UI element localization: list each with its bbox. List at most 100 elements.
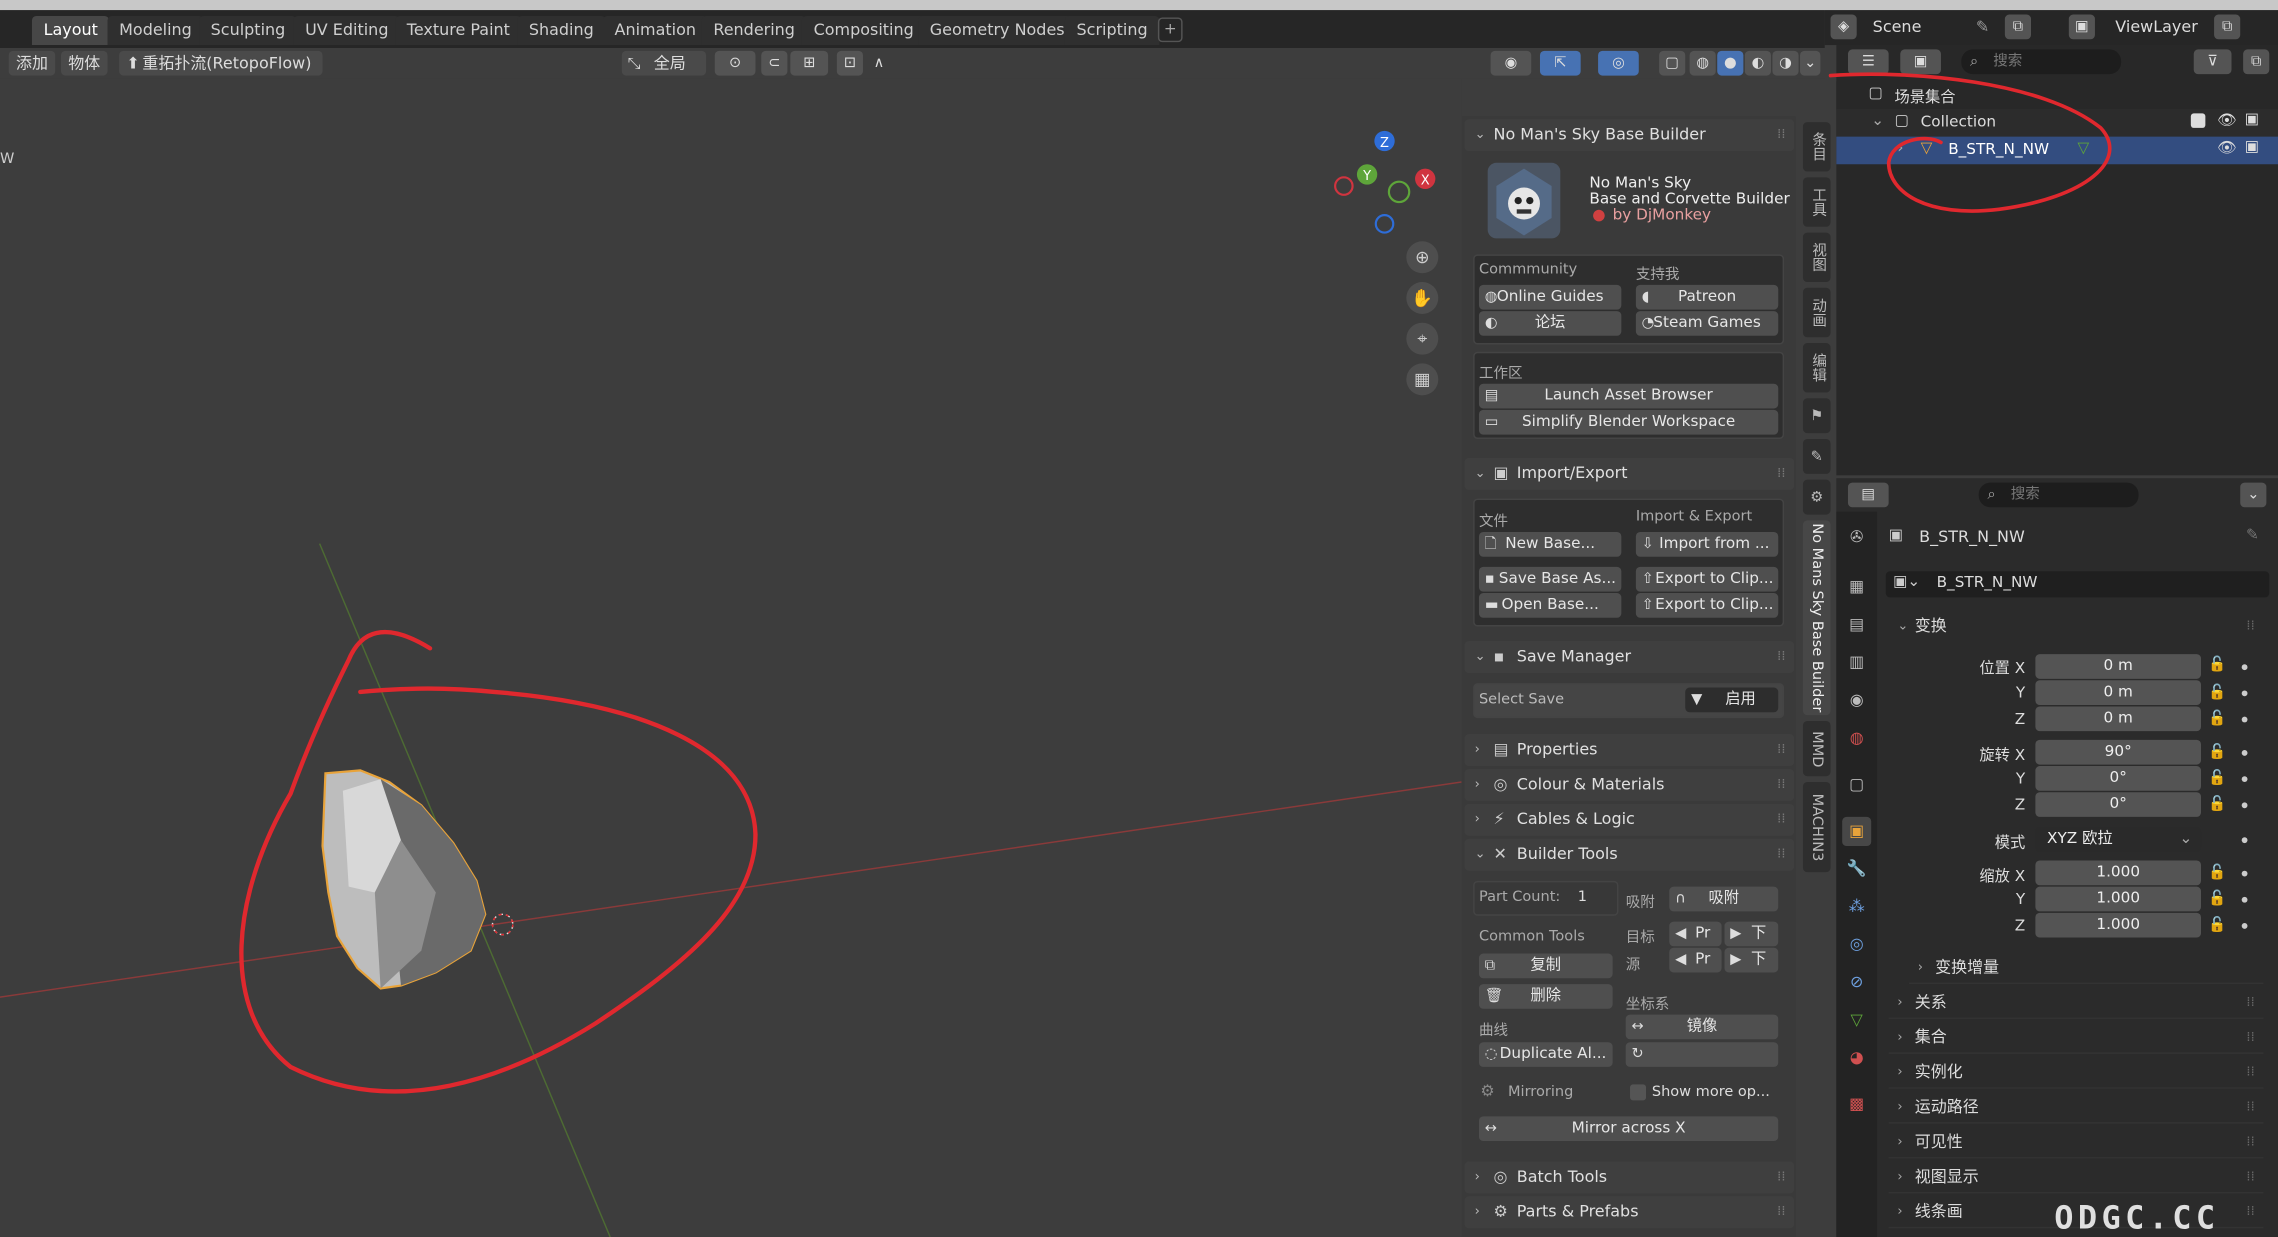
pivot-icon[interactable]: ⊙ [714,50,756,76]
snap-button[interactable]: ∩ 吸附 [1669,886,1779,912]
copy-button[interactable]: ⧉ 复制 [1478,953,1613,979]
drag-handle-icon[interactable]: ⁞⁞ [2246,1092,2254,1124]
tab-brush-icon[interactable]: ✎ [1802,438,1831,474]
constraints-tab-icon[interactable]: ⊘ [1842,968,1871,997]
add-workspace-button[interactable]: + [1157,17,1183,43]
scale-x-field[interactable]: 1.000 [2035,860,2202,886]
builder-tools-header[interactable]: ⌄ ✕ Builder Tools ⁞⁞ [1464,838,1795,871]
tab-edit[interactable]: 编辑 [1802,343,1831,393]
render-tab-icon[interactable]: ▦ [1842,573,1871,602]
collection-tab-icon[interactable]: ▢ [1842,770,1871,799]
relations-section-header[interactable]: › 关系 ⁞⁞ [1888,987,2264,1019]
launch-asset-browser-button[interactable]: ▤ Launch Asset Browser [1478,383,1779,409]
target-prev-button[interactable]: ◀ Pr [1669,921,1722,947]
viewlayer-icon[interactable]: ▣ [2068,14,2095,40]
drag-handle-icon[interactable]: ⁞⁞ [1777,1196,1785,1228]
tab-mmd[interactable]: MMD [1802,720,1831,777]
target-next-button[interactable]: ▶ 下 [1724,921,1779,947]
world-tab-icon[interactable]: ◍ [1842,724,1871,753]
keyframe-dot-icon[interactable] [2241,776,2248,783]
export-clip1-button[interactable]: ⇧ Export to Clip... [1635,566,1779,592]
scale-y-field[interactable]: 1.000 [2035,886,2202,912]
keyframe-dot-icon[interactable] [2241,896,2248,903]
import-from-button[interactable]: ⇩ Import from ... [1635,532,1779,557]
parts-prefabs-header[interactable]: › ⚙ Parts & Prefabs ⁞⁞ [1464,1196,1795,1229]
keyframe-dot-icon[interactable] [2241,923,2248,929]
object-dropdown-icon[interactable]: ▣⌄ [1893,573,1920,590]
open-base-button[interactable]: ▬ Open Base... [1478,593,1622,618]
drag-handle-icon[interactable]: ⁞⁞ [2246,1022,2254,1054]
xray-icon[interactable]: ▢ [1659,50,1686,76]
scene-tab-icon[interactable]: ◉ [1842,686,1871,715]
falloff-icon[interactable]: ∧ [866,51,892,76]
logo-line3[interactable]: ● by DjMonkey [1589,207,1789,224]
source-next-button[interactable]: ▶ 下 [1724,947,1779,973]
rotation-mode-select[interactable]: XYZ 欧拉 ⌄ [2035,827,2202,852]
drag-handle-icon[interactable]: ⁞⁞ [1777,119,1785,151]
save-manager-header[interactable]: ⌄ ▪ Save Manager ⁞⁞ [1464,641,1795,674]
cables-logic-header[interactable]: › ⚡ Cables & Logic ⁞⁞ [1464,803,1795,836]
tab-scripting[interactable]: Scripting [1064,15,1160,46]
scene-name[interactable]: Scene [1873,17,1922,36]
keyframe-dot-icon[interactable] [2241,802,2248,809]
rendered-shading-icon[interactable]: ◑ [1772,50,1799,76]
tab-machin3[interactable]: MACHIN3 [1802,782,1831,873]
tab-rendering[interactable]: Rendering [701,15,807,46]
texture-tab-icon[interactable]: ▩ [1842,1090,1871,1119]
tab-compositing[interactable]: Compositing [801,15,926,46]
delete-button[interactable]: 🗑 删除 [1478,984,1613,1009]
tab-geometry-nodes[interactable]: Geometry Nodes [918,15,1077,46]
output-tab-icon[interactable]: ▤ [1842,611,1871,640]
tool-tab-icon[interactable]: ✇ [1842,523,1871,552]
physics-tab-icon[interactable]: ◎ [1842,930,1871,959]
drag-handle-icon[interactable]: ⁞⁞ [1777,804,1785,836]
new-viewlayer-icon[interactable]: ⧉ [2214,14,2241,40]
mirror-across-x-button[interactable]: ↔ Mirror across X [1478,1116,1779,1142]
rotation-z-field[interactable]: 0° [2035,792,2202,817]
object-name-field[interactable]: ▣⌄ B_STR_N_NW [1885,571,2270,598]
properties-header[interactable]: › ▤ Properties ⁞⁞ [1464,734,1795,767]
camera-icon[interactable]: ⌖ [1406,322,1439,355]
drag-handle-icon[interactable]: ⁞⁞ [2246,1196,2254,1228]
perspective-grid-icon[interactable]: ▦ [1406,363,1439,396]
import-export-header[interactable]: ⌄ ▣ Import/Export ⁞⁞ [1464,457,1795,490]
instancing-section-header[interactable]: › 实例化 ⁞⁞ [1888,1057,2264,1089]
lock-icon[interactable]: 🔓 [2208,657,2226,673]
source-prev-button[interactable]: ◀ Pr [1669,947,1722,973]
tab-gear-icon[interactable]: ⚙ [1802,479,1831,515]
mirror-button[interactable]: ↔ 镜像 [1625,1014,1779,1040]
tab-modeling[interactable]: Modeling [107,15,204,46]
drag-handle-icon[interactable]: ⁞⁞ [2246,987,2254,1019]
tab-animation[interactable]: 动画 [1802,287,1831,338]
particles-tab-icon[interactable]: ⁂ [1842,892,1871,921]
lock-icon[interactable]: 🔓 [2208,744,2226,760]
patreon-button[interactable]: ◖ Patreon [1635,284,1779,310]
properties-options-icon[interactable]: ⌄ [2240,482,2267,508]
enable-button[interactable]: ▼ 启用 [1685,687,1779,713]
pin-icon[interactable]: ✎ [2246,526,2259,543]
rotation-x-field[interactable]: 90° [2035,739,2202,765]
drag-handle-icon[interactable]: ⁞⁞ [1777,458,1785,490]
tab-nms-base-builder[interactable]: No Mans Sky Base Builder [1802,520,1831,716]
transform-orientation[interactable]: ⤡ 全局 [621,50,707,76]
view-layer-tab-icon[interactable]: ▥ [1842,648,1871,677]
location-y-field[interactable]: 0 m [2035,680,2202,705]
collections-section-header[interactable]: › 集合 ⁞⁞ [1888,1022,2264,1054]
location-x-field[interactable]: 0 m [2035,654,2202,679]
object-tab-icon[interactable]: ▣ [1842,816,1872,846]
delta-transform-header[interactable]: › 变换增量 [1908,952,2264,985]
snap-target-icon[interactable]: ⊞ [790,50,829,76]
batch-tools-header[interactable]: › ◎ Batch Tools ⁞⁞ [1464,1161,1795,1194]
duplicate-all-button[interactable]: ◌ Duplicate Al... [1478,1042,1613,1067]
retopoflow-menu[interactable]: ⬆ 重拓扑流(RetopoFlow) [119,50,323,76]
wireframe-shading-icon[interactable]: ◍ [1689,50,1716,76]
pin-icon[interactable]: ✎ [1976,17,1989,36]
keyframe-dot-icon[interactable] [2241,690,2248,697]
transform-section-header[interactable]: ⌄ 变换 ⁞⁞ [1889,611,2264,643]
add-menu[interactable]: 添加 [8,50,56,76]
modifier-tab-icon[interactable]: 🔧 [1842,855,1871,884]
drag-handle-icon[interactable]: ⁞⁞ [1777,769,1785,801]
material-shading-icon[interactable]: ◐ [1744,50,1771,76]
tab-texture-paint[interactable]: Texture Paint [395,15,522,46]
new-scene-icon[interactable]: ⧉ [2004,14,2032,40]
